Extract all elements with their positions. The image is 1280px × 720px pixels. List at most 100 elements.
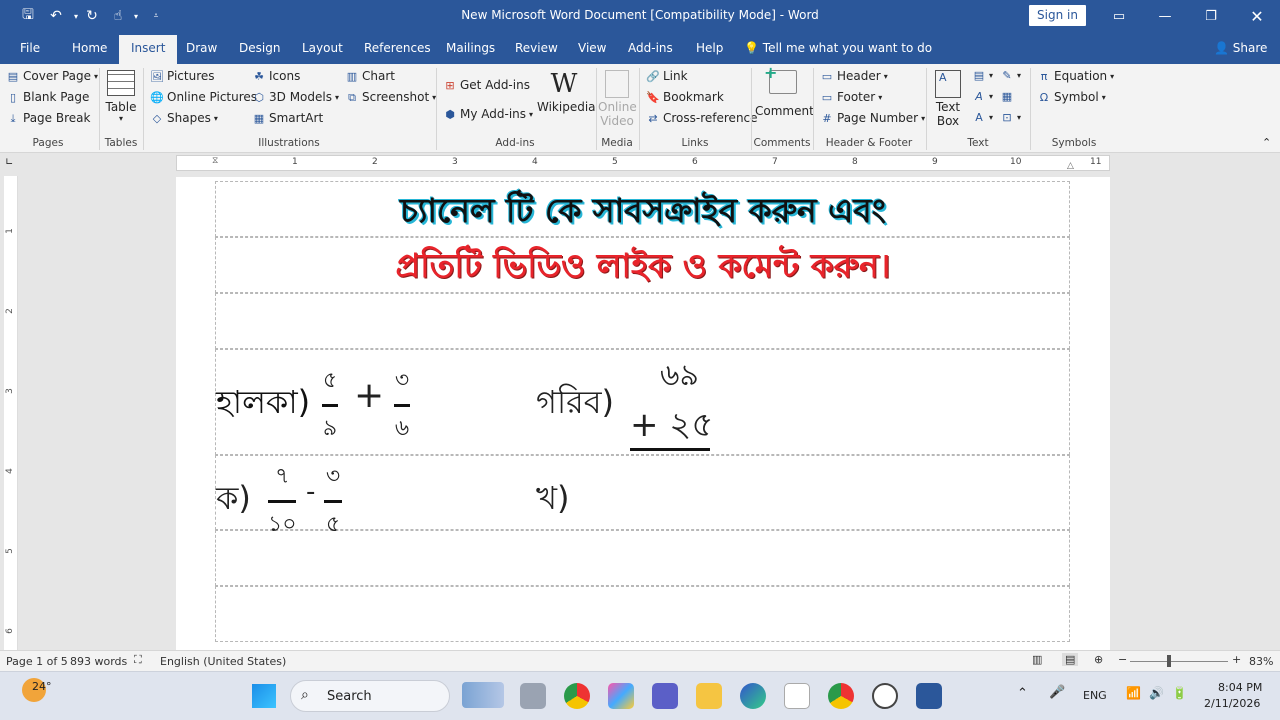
chart-button[interactable]: ▥ Chart — [345, 69, 395, 83]
fraction: ৫ ৯ — [322, 363, 338, 448]
date-time-button[interactable]: ▦ — [1000, 90, 1014, 103]
clock-date[interactable]: 2/11/2026 — [1204, 697, 1260, 710]
web-layout-icon[interactable]: ⊕ — [1094, 653, 1103, 666]
tell-me-search[interactable]: 💡 Tell me what you want to do — [744, 41, 932, 55]
bookmark-button[interactable]: 🔖 Bookmark — [646, 90, 724, 104]
microphone-icon[interactable]: 🎤 — [1049, 685, 1065, 700]
table-cell[interactable] — [215, 293, 1070, 349]
pictures-button[interactable]: 🖼 Pictures — [150, 69, 215, 83]
table-button[interactable]: Table ▾ — [105, 70, 137, 123]
cover-page-button[interactable]: ▤ Cover Page ▾ — [6, 69, 98, 83]
ribbon-tabs: File Home Insert Draw Design Layout Refe… — [0, 32, 1280, 64]
collapse-ribbon-icon[interactable]: ⌃ — [1262, 136, 1271, 149]
print-layout-icon[interactable]: ▤ — [1062, 653, 1079, 666]
icons-button[interactable]: ☘ Icons — [252, 69, 300, 83]
close-button[interactable]: ✕ — [1234, 0, 1280, 32]
chrome-icon[interactable] — [564, 683, 590, 709]
fraction-bar — [394, 404, 410, 407]
zoom-in-icon[interactable]: + — [1232, 653, 1241, 666]
task-view-icon[interactable] — [520, 683, 546, 709]
tab-draw[interactable]: Draw — [186, 41, 217, 55]
taskbar-search[interactable]: ⌕ Search — [290, 680, 450, 712]
store-icon[interactable] — [784, 683, 810, 709]
word-icon[interactable] — [916, 683, 942, 709]
tab-help[interactable]: Help — [696, 41, 723, 55]
symbol-button[interactable]: Ω Symbol ▾ — [1037, 90, 1106, 104]
minimize-button[interactable]: — — [1142, 0, 1188, 32]
right-indent-marker-icon[interactable]: △ — [1067, 161, 1074, 171]
tab-file[interactable]: File — [20, 41, 40, 55]
file-explorer-icon[interactable] — [696, 683, 722, 709]
windows-start-icon[interactable] — [252, 684, 276, 708]
teams-icon[interactable] — [652, 683, 678, 709]
tab-insert[interactable]: Insert — [119, 35, 178, 64]
wifi-icon[interactable]: 📶 — [1126, 686, 1141, 700]
page-count[interactable]: Page 1 of 5 — [6, 655, 68, 668]
proofing-icon[interactable]: ⛶ — [134, 653, 142, 667]
quick-parts-button[interactable]: ▤ ▾ — [972, 69, 993, 82]
tab-add-ins[interactable]: Add-ins — [628, 41, 673, 55]
read-mode-icon[interactable]: ▥ — [1032, 653, 1042, 666]
zoom-level[interactable]: 83% — [1249, 655, 1273, 668]
blank-page-button[interactable]: ▯ Blank Page — [6, 90, 89, 104]
tab-home[interactable]: Home — [72, 41, 107, 55]
wikipedia-button[interactable]: W Wikipedia — [537, 70, 596, 114]
battery-icon[interactable]: 🔋 — [1172, 686, 1187, 700]
tab-view[interactable]: View — [578, 41, 606, 55]
smartart-button[interactable]: ▦ SmartArt — [252, 111, 323, 125]
screenshot-button[interactable]: ⧉ Screenshot ▾ — [345, 90, 436, 104]
table-cell[interactable] — [215, 455, 1070, 530]
horizontal-ruler[interactable]: 1 2 3 4 5 6 7 8 9 10 11 ⧖ △ — [176, 155, 1110, 171]
shapes-button[interactable]: ◇ Shapes ▾ — [150, 111, 218, 125]
cross-reference-button[interactable]: ⇄ Cross-reference — [646, 111, 757, 125]
zoom-out-icon[interactable]: − — [1118, 653, 1127, 666]
chrome-profile-icon[interactable] — [828, 683, 854, 709]
document-page[interactable]: চ্যানেল টি কে সাবসক্রাইব করুন এবং প্রতিট… — [176, 177, 1110, 650]
header-button[interactable]: ▭ Header ▾ — [820, 69, 888, 83]
signature-line-button[interactable]: ✎ ▾ — [1000, 69, 1021, 82]
text-box-button[interactable]: A Text Box — [930, 70, 966, 128]
sign-in-button[interactable]: Sign in — [1029, 5, 1086, 26]
wordart-button[interactable]: A ▾ — [972, 90, 993, 103]
3d-models-button[interactable]: ⬡ 3D Models ▾ — [252, 90, 339, 104]
get-add-ins-button[interactable]: ⊞ Get Add-ins — [443, 78, 530, 92]
divider — [596, 68, 597, 150]
language[interactable]: English (United States) — [160, 655, 286, 668]
restore-button[interactable]: ❐ — [1188, 0, 1234, 32]
drop-cap-button[interactable]: A ▾ — [972, 111, 993, 124]
volume-icon[interactable]: 🔊 — [1149, 686, 1164, 700]
search-highlight-image[interactable] — [462, 682, 504, 708]
tab-references[interactable]: References — [364, 41, 431, 55]
tab-mailings[interactable]: Mailings — [446, 41, 495, 55]
copilot-icon[interactable] — [608, 683, 634, 709]
sum-line — [630, 448, 710, 451]
online-pictures-button[interactable]: 🌐 Online Pictures — [150, 90, 257, 104]
equation-button[interactable]: π Equation ▾ — [1037, 69, 1114, 83]
tab-selector-icon[interactable]: ∟ — [5, 157, 13, 168]
my-add-ins-button[interactable]: ⬢ My Add-ins ▾ — [443, 107, 533, 121]
tab-layout[interactable]: Layout — [302, 41, 343, 55]
chevron-up-icon[interactable]: ⌃ — [1017, 686, 1028, 701]
online-video-button[interactable]: Online Video — [598, 70, 637, 128]
share-button[interactable]: 👤 Share — [1214, 41, 1267, 55]
zoom-slider-thumb[interactable] — [1167, 655, 1171, 667]
table-cell[interactable] — [215, 586, 1070, 642]
vertical-ruler[interactable]: 1 2 3 4 5 6 — [4, 176, 18, 650]
indent-marker-icon[interactable]: ⧖ — [212, 156, 218, 166]
input-language[interactable]: ENG — [1083, 689, 1107, 702]
clock-time[interactable]: 8:04 PM — [1218, 681, 1262, 694]
page-number-button[interactable]: # Page Number ▾ — [820, 111, 925, 125]
zoom-slider[interactable] — [1130, 661, 1228, 662]
link-button[interactable]: 🔗 Link — [646, 69, 687, 83]
edge-icon[interactable] — [740, 683, 766, 709]
tab-design[interactable]: Design — [239, 41, 280, 55]
word-count[interactable]: 893 words — [70, 655, 127, 668]
tab-review[interactable]: Review — [515, 41, 558, 55]
object-button[interactable]: ⊡ ▾ — [1000, 111, 1021, 124]
table-cell[interactable] — [215, 530, 1070, 586]
comment-button[interactable]: + Comment — [755, 63, 814, 118]
ribbon-display-icon[interactable]: ▭ — [1096, 0, 1142, 32]
obs-icon[interactable] — [872, 683, 898, 709]
footer-button[interactable]: ▭ Footer ▾ — [820, 90, 882, 104]
page-break-button[interactable]: ⤓ Page Break — [6, 111, 91, 125]
